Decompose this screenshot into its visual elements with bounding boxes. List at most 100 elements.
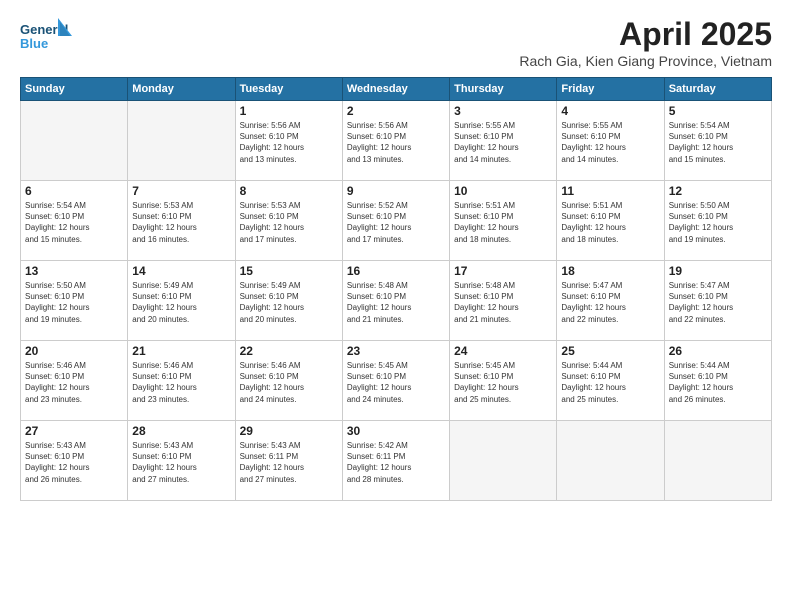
calendar-cell xyxy=(21,101,128,181)
day-info: Sunrise: 5:50 AM Sunset: 6:10 PM Dayligh… xyxy=(25,280,123,325)
week-row-1: 6 Sunrise: 5:54 AM Sunset: 6:10 PM Daylig… xyxy=(21,181,772,261)
calendar-cell: 28 Sunrise: 5:43 AM Sunset: 6:10 PM Dayli… xyxy=(128,421,235,501)
week-row-4: 27Sunrise: 5:43 AM Sunset: 6:10 PM Dayli… xyxy=(21,421,772,501)
calendar-cell: 6 Sunrise: 5:54 AM Sunset: 6:10 PM Daylig… xyxy=(21,181,128,261)
day-number: 13 xyxy=(25,264,123,278)
header-row: Sunday Monday Tuesday Wednesday Thursday… xyxy=(21,78,772,101)
day-info: Sunrise: 5:47 AM Sunset: 6:10 PM Dayligh… xyxy=(669,280,767,325)
day-info: Sunrise: 5:56 AM Sunset: 6:10 PM Dayligh… xyxy=(347,120,445,165)
calendar-cell: 18 Sunrise: 5:47 AM Sunset: 6:10 PM Dayli… xyxy=(557,261,664,341)
day-number: 8 xyxy=(240,184,338,198)
day-info: Sunrise: 5:55 AM Sunset: 6:10 PM Dayligh… xyxy=(454,120,552,165)
calendar-cell xyxy=(557,421,664,501)
day-number: 25 xyxy=(561,344,659,358)
day-number: 18 xyxy=(561,264,659,278)
month-title: April 2025 xyxy=(519,16,772,53)
day-info: Sunrise: 5:49 AM Sunset: 6:10 PM Dayligh… xyxy=(240,280,338,325)
day-info: Sunrise: 5:53 AM Sunset: 6:10 PM Dayligh… xyxy=(132,200,230,245)
day-info: Sunrise: 5:54 AM Sunset: 6:10 PM Dayligh… xyxy=(25,200,123,245)
day-number: 5 xyxy=(669,104,767,118)
day-number: 12 xyxy=(669,184,767,198)
calendar-cell: 1 Sunrise: 5:56 AM Sunset: 6:10 PM Daylig… xyxy=(235,101,342,181)
calendar-cell: 7 Sunrise: 5:53 AM Sunset: 6:10 PM Daylig… xyxy=(128,181,235,261)
calendar-cell: 12 Sunrise: 5:50 AM Sunset: 6:10 PM Dayli… xyxy=(664,181,771,261)
svg-text:Blue: Blue xyxy=(20,36,48,51)
day-info: Sunrise: 5:47 AM Sunset: 6:10 PM Dayligh… xyxy=(561,280,659,325)
calendar-body: 1 Sunrise: 5:56 AM Sunset: 6:10 PM Daylig… xyxy=(21,101,772,501)
day-number: 29 xyxy=(240,424,338,438)
col-tuesday: Tuesday xyxy=(235,78,342,101)
col-sunday: Sunday xyxy=(21,78,128,101)
day-info: Sunrise: 5:53 AM Sunset: 6:10 PM Dayligh… xyxy=(240,200,338,245)
calendar-cell: 20 Sunrise: 5:46 AM Sunset: 6:10 PM Dayli… xyxy=(21,341,128,421)
week-row-0: 1 Sunrise: 5:56 AM Sunset: 6:10 PM Daylig… xyxy=(21,101,772,181)
calendar-cell: 4 Sunrise: 5:55 AM Sunset: 6:10 PM Daylig… xyxy=(557,101,664,181)
week-row-2: 13 Sunrise: 5:50 AM Sunset: 6:10 PM Dayli… xyxy=(21,261,772,341)
day-number: 4 xyxy=(561,104,659,118)
day-info: Sunrise: 5:46 AM Sunset: 6:10 PM Dayligh… xyxy=(25,360,123,405)
page: General Blue April 2025 Rach Gia, Kien G… xyxy=(0,0,792,612)
day-info: Sunrise: 5:56 AM Sunset: 6:10 PM Dayligh… xyxy=(240,120,338,165)
subtitle: Rach Gia, Kien Giang Province, Vietnam xyxy=(519,53,772,69)
calendar-cell: 11Sunrise: 5:51 AM Sunset: 6:10 PM Dayli… xyxy=(557,181,664,261)
day-number: 19 xyxy=(669,264,767,278)
day-number: 6 xyxy=(25,184,123,198)
calendar-cell: 9 Sunrise: 5:52 AM Sunset: 6:10 PM Daylig… xyxy=(342,181,449,261)
logo-icon: General Blue xyxy=(20,16,72,58)
day-number: 16 xyxy=(347,264,445,278)
day-number: 7 xyxy=(132,184,230,198)
calendar-cell: 21Sunrise: 5:46 AM Sunset: 6:10 PM Dayli… xyxy=(128,341,235,421)
calendar-cell: 10 Sunrise: 5:51 AM Sunset: 6:10 PM Dayli… xyxy=(450,181,557,261)
day-number: 11 xyxy=(561,184,659,198)
day-info: Sunrise: 5:50 AM Sunset: 6:10 PM Dayligh… xyxy=(669,200,767,245)
day-info: Sunrise: 5:43 AM Sunset: 6:10 PM Dayligh… xyxy=(132,440,230,485)
calendar-cell: 17 Sunrise: 5:48 AM Sunset: 6:10 PM Dayli… xyxy=(450,261,557,341)
day-number: 17 xyxy=(454,264,552,278)
calendar-cell: 19 Sunrise: 5:47 AM Sunset: 6:10 PM Dayli… xyxy=(664,261,771,341)
calendar-cell xyxy=(664,421,771,501)
calendar-cell: 29Sunrise: 5:43 AM Sunset: 6:11 PM Dayli… xyxy=(235,421,342,501)
day-info: Sunrise: 5:44 AM Sunset: 6:10 PM Dayligh… xyxy=(561,360,659,405)
day-number: 1 xyxy=(240,104,338,118)
day-number: 26 xyxy=(669,344,767,358)
day-info: Sunrise: 5:55 AM Sunset: 6:10 PM Dayligh… xyxy=(561,120,659,165)
day-info: Sunrise: 5:43 AM Sunset: 6:10 PM Dayligh… xyxy=(25,440,123,485)
day-number: 21 xyxy=(132,344,230,358)
calendar-cell: 14Sunrise: 5:49 AM Sunset: 6:10 PM Dayli… xyxy=(128,261,235,341)
calendar-cell: 2 Sunrise: 5:56 AM Sunset: 6:10 PM Daylig… xyxy=(342,101,449,181)
calendar-cell xyxy=(450,421,557,501)
calendar-table: Sunday Monday Tuesday Wednesday Thursday… xyxy=(20,77,772,501)
day-info: Sunrise: 5:48 AM Sunset: 6:10 PM Dayligh… xyxy=(454,280,552,325)
calendar-cell: 13 Sunrise: 5:50 AM Sunset: 6:10 PM Dayli… xyxy=(21,261,128,341)
calendar-cell: 24Sunrise: 5:45 AM Sunset: 6:10 PM Dayli… xyxy=(450,341,557,421)
col-thursday: Thursday xyxy=(450,78,557,101)
week-row-3: 20 Sunrise: 5:46 AM Sunset: 6:10 PM Dayli… xyxy=(21,341,772,421)
day-number: 2 xyxy=(347,104,445,118)
day-number: 3 xyxy=(454,104,552,118)
day-info: Sunrise: 5:45 AM Sunset: 6:10 PM Dayligh… xyxy=(454,360,552,405)
col-wednesday: Wednesday xyxy=(342,78,449,101)
calendar-cell: 26Sunrise: 5:44 AM Sunset: 6:10 PM Dayli… xyxy=(664,341,771,421)
day-number: 20 xyxy=(25,344,123,358)
calendar-cell: 3 Sunrise: 5:55 AM Sunset: 6:10 PM Daylig… xyxy=(450,101,557,181)
calendar-cell: 27Sunrise: 5:43 AM Sunset: 6:10 PM Dayli… xyxy=(21,421,128,501)
calendar-cell: 25 Sunrise: 5:44 AM Sunset: 6:10 PM Dayli… xyxy=(557,341,664,421)
day-number: 15 xyxy=(240,264,338,278)
col-monday: Monday xyxy=(128,78,235,101)
day-number: 14 xyxy=(132,264,230,278)
calendar-cell xyxy=(128,101,235,181)
day-number: 10 xyxy=(454,184,552,198)
calendar-cell: 15 Sunrise: 5:49 AM Sunset: 6:10 PM Dayli… xyxy=(235,261,342,341)
title-area: April 2025 Rach Gia, Kien Giang Province… xyxy=(519,16,772,69)
calendar-cell: 8 Sunrise: 5:53 AM Sunset: 6:10 PM Daylig… xyxy=(235,181,342,261)
day-info: Sunrise: 5:54 AM Sunset: 6:10 PM Dayligh… xyxy=(669,120,767,165)
day-info: Sunrise: 5:46 AM Sunset: 6:10 PM Dayligh… xyxy=(240,360,338,405)
col-friday: Friday xyxy=(557,78,664,101)
day-number: 9 xyxy=(347,184,445,198)
calendar-cell: 30Sunrise: 5:42 AM Sunset: 6:11 PM Dayli… xyxy=(342,421,449,501)
day-number: 28 xyxy=(132,424,230,438)
logo: General Blue xyxy=(20,16,72,58)
day-number: 23 xyxy=(347,344,445,358)
day-info: Sunrise: 5:51 AM Sunset: 6:10 PM Dayligh… xyxy=(454,200,552,245)
day-info: Sunrise: 5:52 AM Sunset: 6:10 PM Dayligh… xyxy=(347,200,445,245)
